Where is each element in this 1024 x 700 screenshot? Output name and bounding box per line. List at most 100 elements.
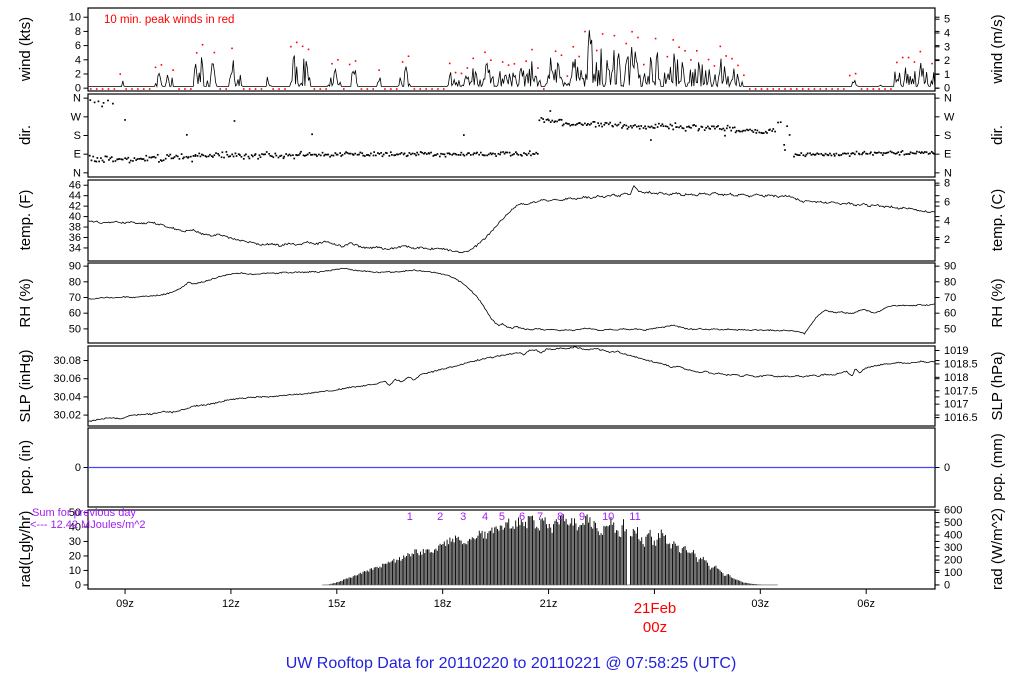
rad-bar — [480, 533, 482, 585]
rad-bar — [589, 517, 591, 585]
y-tick-label: 0 — [944, 579, 950, 591]
dir-point — [878, 151, 880, 154]
rad-bar — [436, 550, 438, 585]
dir-point — [377, 152, 379, 154]
rad-bar — [735, 579, 736, 585]
rad-bar — [467, 540, 469, 585]
dir-point — [540, 117, 543, 119]
wind-peak-dot — [707, 58, 710, 61]
rad-bar — [631, 536, 633, 585]
dir-point — [112, 160, 114, 163]
rad-bar — [494, 527, 496, 585]
dir-point — [381, 155, 384, 158]
rad-bar — [378, 568, 379, 585]
y-tick-label: 20 — [69, 550, 81, 562]
dir-point — [701, 126, 704, 128]
rad-bar — [359, 572, 361, 585]
dir-point — [330, 154, 333, 157]
dir-point — [478, 153, 480, 156]
y-tick-label: 6 — [75, 40, 81, 52]
dir-point — [463, 154, 466, 157]
wind-peak-dot — [654, 37, 657, 40]
dir-point — [234, 152, 237, 155]
rad-bar — [588, 522, 589, 585]
rad-bar — [578, 527, 580, 585]
wind-peak-dot — [148, 88, 151, 90]
rad-bar — [645, 536, 647, 585]
dir-point — [95, 160, 98, 163]
series-rh — [88, 267, 935, 335]
dir-point — [536, 152, 539, 155]
dir-point — [425, 153, 428, 155]
dir-point — [438, 155, 441, 158]
dir-point — [548, 119, 550, 122]
dir-point — [882, 152, 885, 154]
rad-bar — [471, 537, 473, 585]
dir-point — [723, 129, 726, 132]
dir-point — [118, 158, 121, 160]
dir-point — [200, 153, 203, 156]
rad-bar — [408, 554, 410, 585]
dir-point — [327, 153, 330, 156]
rad-bar — [487, 533, 489, 585]
rad-bar — [697, 562, 699, 585]
wind-peak-dot — [807, 88, 810, 90]
dir-point — [352, 154, 355, 156]
dir-point — [726, 124, 729, 127]
dir-point — [455, 153, 458, 156]
dir-point — [774, 130, 776, 133]
dir-point — [223, 156, 225, 159]
rad-bar — [607, 526, 609, 585]
dir-point — [205, 155, 208, 158]
rad-bar — [448, 544, 449, 585]
rad-bar — [560, 515, 561, 585]
dir-point — [316, 155, 318, 157]
rad-bar — [520, 520, 522, 585]
dir-point — [202, 154, 205, 157]
dir-point — [389, 151, 392, 154]
dir-point — [125, 158, 128, 160]
rad-bar — [737, 580, 739, 585]
dir-point — [612, 125, 614, 128]
rad-bar — [413, 554, 414, 585]
wind-peak-dot — [613, 34, 616, 37]
rad-bar — [579, 525, 581, 585]
rad-bar — [558, 524, 560, 585]
rad-bar — [730, 577, 732, 585]
wind-peak-dot — [819, 88, 822, 90]
dir-point — [734, 131, 737, 134]
dir-point — [374, 154, 377, 157]
rh-left-axis-label: RH (%) — [17, 278, 34, 327]
dir-point — [299, 152, 301, 155]
rad-bar — [518, 517, 519, 585]
dir-outlier-point — [724, 134, 726, 137]
dir-point — [492, 152, 494, 155]
dir-point — [452, 152, 455, 155]
rad-bar — [693, 550, 694, 585]
rad-bar — [343, 579, 344, 585]
rad-bar — [355, 575, 357, 585]
dir-point — [400, 152, 403, 154]
wind-peak-dot — [348, 63, 351, 66]
pcp-left-axis-label: pcp. (in) — [17, 440, 34, 494]
x-tick-label: 21z — [540, 598, 558, 610]
rad-bar — [593, 521, 595, 585]
rad-bar — [442, 544, 444, 585]
dir-point — [911, 152, 914, 154]
dir-point — [497, 152, 500, 155]
rad-bar — [350, 577, 351, 585]
dir-point — [508, 151, 511, 154]
rad-bar — [712, 567, 714, 585]
dir-point — [127, 156, 130, 159]
dir-point — [523, 152, 525, 154]
rad-bar — [565, 518, 567, 585]
dir-point — [693, 124, 696, 126]
y-tick-label: 3 — [944, 41, 950, 53]
dir-point — [802, 154, 805, 157]
rad-bar — [366, 570, 368, 585]
wind-peak-dot — [725, 55, 728, 57]
dir-point — [213, 154, 216, 157]
chart-graphics: 0246810012345NESWNNESWN34363840424446246… — [53, 7, 978, 610]
rad-bar — [683, 546, 685, 585]
dir-point — [929, 152, 931, 155]
